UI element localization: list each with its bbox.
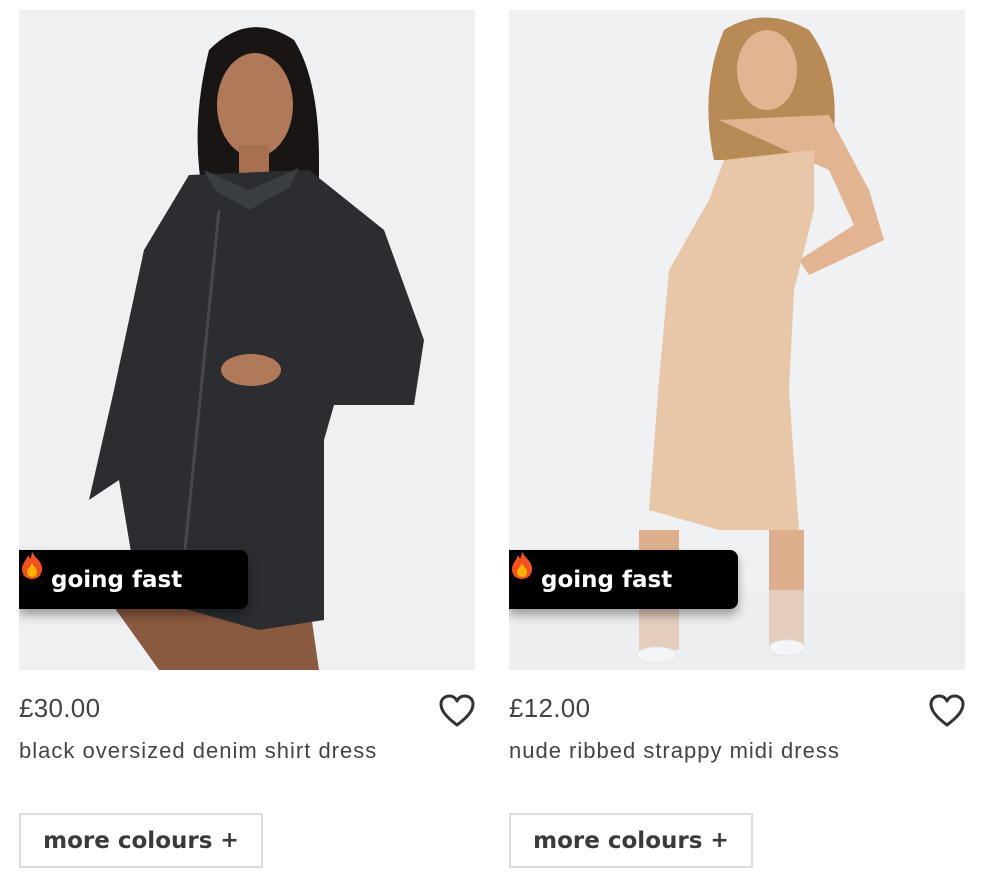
more-colours-button[interactable]: more colours +	[19, 813, 263, 868]
going-fast-badge: going fast	[509, 550, 738, 609]
fire-icon	[512, 551, 710, 595]
product-title[interactable]: black oversized denim shirt dress	[19, 738, 377, 764]
product-card[interactable]: going fast £12.00 nude ribbed strappy mi…	[509, 10, 965, 878]
plus-icon: +	[710, 828, 729, 853]
badge-label: going fast	[541, 566, 673, 593]
more-colours-label: more colours	[533, 827, 703, 854]
more-colours-button[interactable]: more colours +	[509, 813, 753, 868]
product-image[interactable]: going fast	[19, 10, 475, 670]
product-title[interactable]: nude ribbed strappy midi dress	[509, 738, 840, 764]
fire-icon	[22, 551, 220, 595]
product-card[interactable]: going fast £30.00 black oversized denim …	[19, 10, 475, 878]
going-fast-badge: going fast	[19, 550, 248, 609]
heart-icon[interactable]	[439, 694, 475, 728]
badge-label: going fast	[51, 566, 183, 593]
product-price: £12.00	[509, 693, 591, 723]
plus-icon: +	[220, 828, 239, 853]
product-price: £30.00	[19, 693, 101, 723]
more-colours-label: more colours	[43, 827, 213, 854]
product-image[interactable]: going fast	[509, 10, 965, 670]
heart-icon[interactable]	[929, 694, 965, 728]
